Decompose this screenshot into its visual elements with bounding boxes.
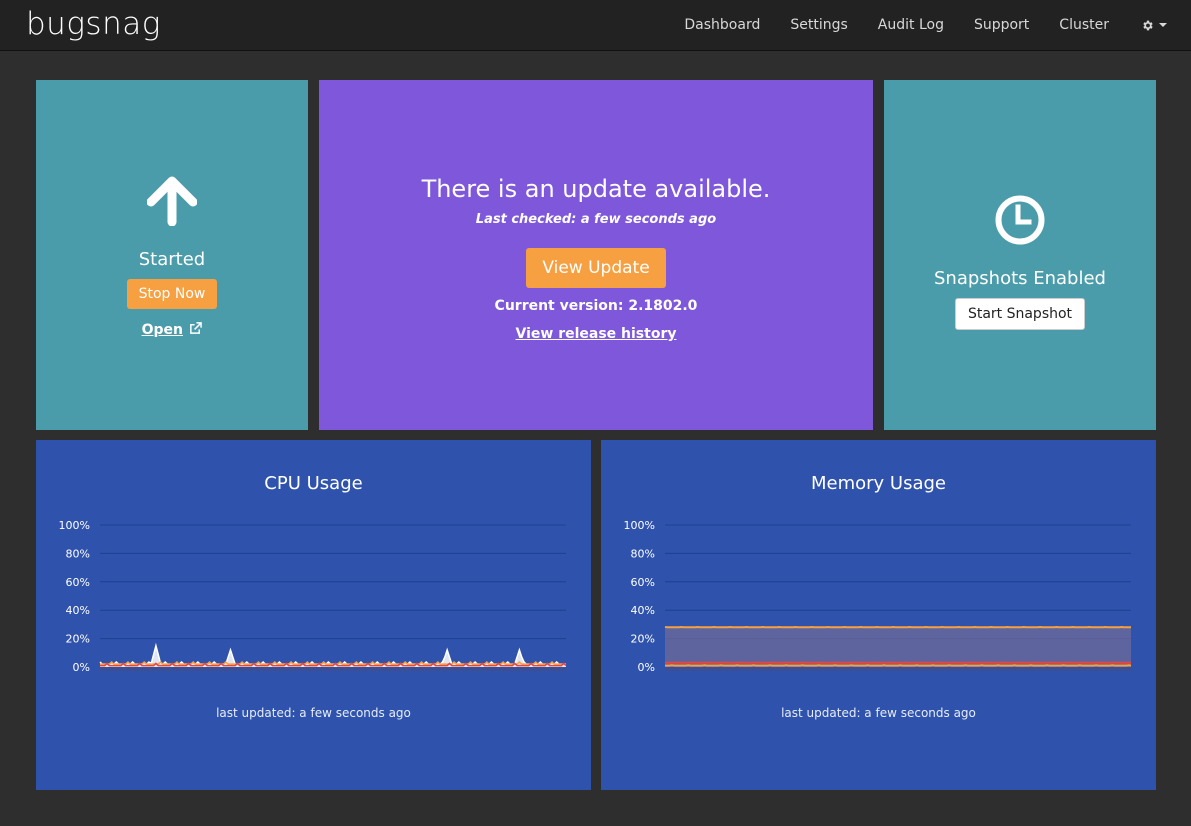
- cpu-chart-title: CPU Usage: [264, 473, 363, 494]
- chevron-down-icon: [1159, 23, 1167, 27]
- status-tile: Started Stop Now Open: [36, 80, 308, 430]
- y-tick-label: 80%: [631, 547, 655, 560]
- nav-cluster[interactable]: Cluster: [1059, 17, 1109, 33]
- memory-usage-tile: Memory Usage 100% 80% 60% 40% 20% 0% last upd…: [601, 440, 1156, 790]
- y-tick-label: 60%: [66, 576, 90, 589]
- y-tick-label: 100%: [624, 519, 655, 532]
- nav-support[interactable]: Support: [974, 17, 1029, 33]
- y-tick-label: 60%: [631, 576, 655, 589]
- update-tile: There is an update available. Last check…: [319, 80, 873, 430]
- series-line: [99, 642, 566, 666]
- y-tick-label: 40%: [66, 604, 90, 617]
- y-tick-label: 40%: [631, 604, 655, 617]
- top-navbar: bugsnag Dashboard Settings Audit Log Sup…: [0, 0, 1191, 51]
- memory-chart: 100% 80% 60% 40% 20% 0%: [624, 519, 1132, 674]
- memory-last-updated: last updated: a few seconds ago: [781, 706, 976, 720]
- current-version-text: Current version: 2.1802.0: [494, 298, 698, 314]
- nav-links: Dashboard Settings Audit Log Support Clu…: [654, 0, 1167, 50]
- status-title: Started: [138, 249, 206, 270]
- view-update-button[interactable]: View Update: [526, 248, 666, 288]
- brand-logo[interactable]: bugsnag: [26, 4, 161, 44]
- plot-baseline: [100, 667, 566, 671]
- series-line: [100, 661, 566, 665]
- y-tick-label: 0%: [638, 661, 655, 674]
- y-tick-label: 0%: [73, 661, 90, 674]
- cpu-last-updated: last updated: a few seconds ago: [216, 706, 411, 720]
- y-tick-label: 20%: [631, 633, 655, 646]
- update-title: There is an update available.: [421, 175, 771, 203]
- cpu-usage-tile: CPU Usage 100% 80% 60% 40% 20% 0% last update…: [36, 440, 591, 790]
- arrow-up-icon: [36, 176, 308, 226]
- gear-icon: [1143, 20, 1153, 30]
- memory-area: [665, 626, 1131, 667]
- start-snapshot-button[interactable]: Start Snapshot: [954, 298, 1086, 330]
- y-tick-label: 80%: [66, 547, 90, 560]
- plot-baseline: [665, 667, 1131, 671]
- snapshot-title: Snapshots Enabled: [934, 268, 1106, 289]
- nav-dashboard[interactable]: Dashboard: [684, 17, 760, 33]
- nav-settings[interactable]: Settings: [790, 17, 847, 33]
- snapshot-tile: Snapshots Enabled Start Snapshot: [884, 80, 1156, 430]
- external-link-icon: [190, 322, 203, 334]
- y-tick-label: 20%: [66, 633, 90, 646]
- stop-now-button[interactable]: Stop Now: [126, 279, 218, 309]
- nav-audit-log[interactable]: Audit Log: [878, 17, 944, 33]
- open-link[interactable]: Open: [142, 322, 183, 338]
- cpu-chart: 100% 80% 60% 40% 20% 0%: [59, 519, 567, 674]
- y-tick-label: 100%: [59, 519, 90, 532]
- clock-icon: [884, 194, 1156, 246]
- release-history-link[interactable]: View release history: [516, 326, 677, 342]
- last-checked-text: Last checked: a few seconds ago: [475, 212, 717, 227]
- settings-dropdown[interactable]: [1141, 19, 1167, 32]
- memory-chart-title: Memory Usage: [810, 473, 946, 494]
